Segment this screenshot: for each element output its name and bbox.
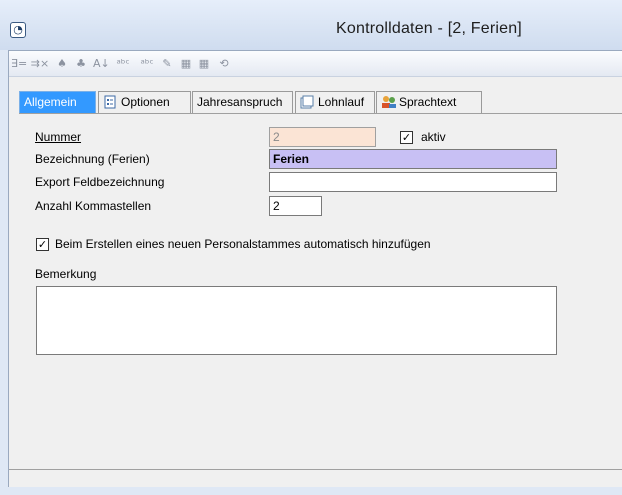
tab-lohnlauf[interactable]: Lohnlauf <box>295 91 375 113</box>
tab-label: Allgemein <box>24 95 77 109</box>
export-label: Export Feldbezeichnung <box>35 175 165 189</box>
bemerkung-textarea[interactable] <box>36 286 557 355</box>
tab-optionen[interactable]: Optionen <box>98 91 191 113</box>
application-window: ◔ Kontrolldaten - [2, Ferien] ∃= ⇉× ♠ ♣ … <box>0 0 622 495</box>
tab-sprachtext[interactable]: Sprachtext <box>376 91 482 113</box>
tab-panel-allgemein: Nummer 2 ✓ aktiv Bezeichnung (Ferien) Fe… <box>19 113 622 471</box>
export-field[interactable] <box>269 172 557 192</box>
tab-label: Jahresanspruch <box>197 95 283 109</box>
grid-view-icon[interactable]: ▦ <box>179 55 193 72</box>
language-people-icon <box>381 95 396 109</box>
spellcheck-icon[interactable]: ᵃᵇᶜ <box>113 55 133 72</box>
nummer-label-text: Nummer <box>35 130 82 144</box>
tab-jahresanspruch[interactable]: Jahresanspruch <box>192 91 293 113</box>
status-bar <box>0 487 622 495</box>
sort-az-icon[interactable]: A↓ <box>93 55 110 72</box>
window-title: Kontrolldaten - [2, Ferien] <box>336 20 522 37</box>
tab-allgemein[interactable]: Allgemein <box>19 91 96 113</box>
delete-row-icon[interactable]: ⇉× <box>30 55 50 72</box>
client-area: ∃= ⇉× ♠ ♣ A↓ ᵃᵇᶜ ᵃᵇᶜ ✎ ▦ ▦ ⟲ Allgemein O… <box>8 50 622 487</box>
kommastellen-field[interactable]: 2 <box>269 196 322 216</box>
bezeichnung-label: Bezeichnung (Ferien) <box>35 152 150 166</box>
tab-label: Lohnlauf <box>318 95 365 109</box>
aktiv-label[interactable]: aktiv <box>421 130 446 144</box>
auto-add-label[interactable]: Beim Erstellen eines neuen Personalstamm… <box>55 237 431 251</box>
auto-add-checkbox[interactable]: ✓ <box>36 238 49 251</box>
nummer-field: 2 <box>269 127 376 147</box>
grid-edit-icon[interactable]: ▦ <box>197 55 211 72</box>
tab-label: Optionen <box>121 95 170 109</box>
edit-note-icon[interactable]: ✎ <box>159 55 175 72</box>
payroll-icon <box>300 95 314 109</box>
spellcheck-options-icon[interactable]: ᵃᵇᶜ <box>137 55 157 72</box>
move-up-icon[interactable]: ♠ <box>56 55 68 72</box>
bezeichnung-field[interactable]: Ferien <box>269 149 557 169</box>
bemerkung-label: Bemerkung <box>35 267 97 281</box>
title-bar: ◔ Kontrolldaten - [2, Ferien] <box>0 0 622 50</box>
toolbar: ∃= ⇉× ♠ ♣ A↓ ᵃᵇᶜ ᵃᵇᶜ ✎ ▦ ▦ ⟲ <box>9 51 622 77</box>
insert-row-icon[interactable]: ∃= <box>11 55 27 72</box>
panel-bottom-divider <box>9 469 622 470</box>
history-icon[interactable]: ⟲ <box>216 55 232 72</box>
nummer-label: Nummer <box>35 130 81 144</box>
move-down-icon[interactable]: ♣ <box>75 55 87 72</box>
tab-label: Sprachtext <box>399 95 457 109</box>
kommastellen-label: Anzahl Kommastellen <box>35 199 152 213</box>
aktiv-checkbox[interactable]: ✓ <box>400 131 413 144</box>
options-icon <box>103 95 117 109</box>
dialog-app-icon[interactable]: ◔ <box>10 22 26 38</box>
